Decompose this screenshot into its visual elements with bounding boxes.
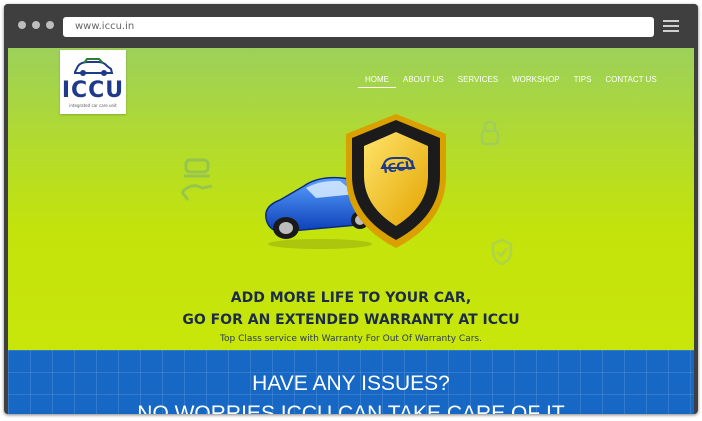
browser-window: www.iccu.in ICCU integrated car care uni… [4,4,698,414]
logo-tagline: integrated car care unit [69,103,117,108]
logo-car-icon [74,58,114,76]
window-dot-icon[interactable] [32,21,40,29]
hero-section: ICCU integrated car care unit HOME ABOUT… [8,48,694,350]
page-viewport: ICCU integrated car care unit HOME ABOUT… [8,48,694,414]
window-controls [18,21,54,29]
site-logo[interactable]: ICCU integrated car care unit [60,50,126,114]
browser-toolbar: www.iccu.in [4,4,698,48]
nav-item-about-us[interactable]: ABOUT US [396,73,451,87]
issues-title: HAVE ANY ISSUES? [252,372,450,395]
main-nav: HOME ABOUT US SERVICES WORKSHOP TIPS CON… [358,73,664,88]
shield-check-icon [491,238,513,266]
window-dot-icon[interactable] [46,21,54,29]
hero-headline-line2: GO FOR AN EXTENDED WARRANTY AT ICCU [182,312,520,328]
hamburger-menu-icon[interactable] [663,20,679,32]
warranty-shield-illustration [346,114,446,248]
nav-item-home[interactable]: HOME [358,73,396,88]
nav-item-workshop[interactable]: WORKSHOP [505,73,567,87]
address-bar[interactable]: www.iccu.in [63,17,654,37]
nav-item-contact-us[interactable]: CONTACT US [598,73,663,87]
issues-subtitle: NO WORRIES ICCU CAN TAKE CARE OF IT [137,402,565,414]
nav-item-services[interactable]: SERVICES [451,73,505,87]
window-dot-icon[interactable] [18,21,26,29]
hero-headline-line1: ADD MORE LIFE TO YOUR CAR, [230,290,472,306]
nav-item-tips[interactable]: TIPS [567,73,599,87]
car-hand-icon [180,158,213,201]
logo-wordmark: ICCU [61,78,125,103]
lock-icon [480,120,500,146]
hero-subline: Top Class service with Warranty For Out … [220,334,482,344]
issues-banner: HAVE ANY ISSUES? NO WORRIES ICCU CAN TAK… [8,350,694,414]
